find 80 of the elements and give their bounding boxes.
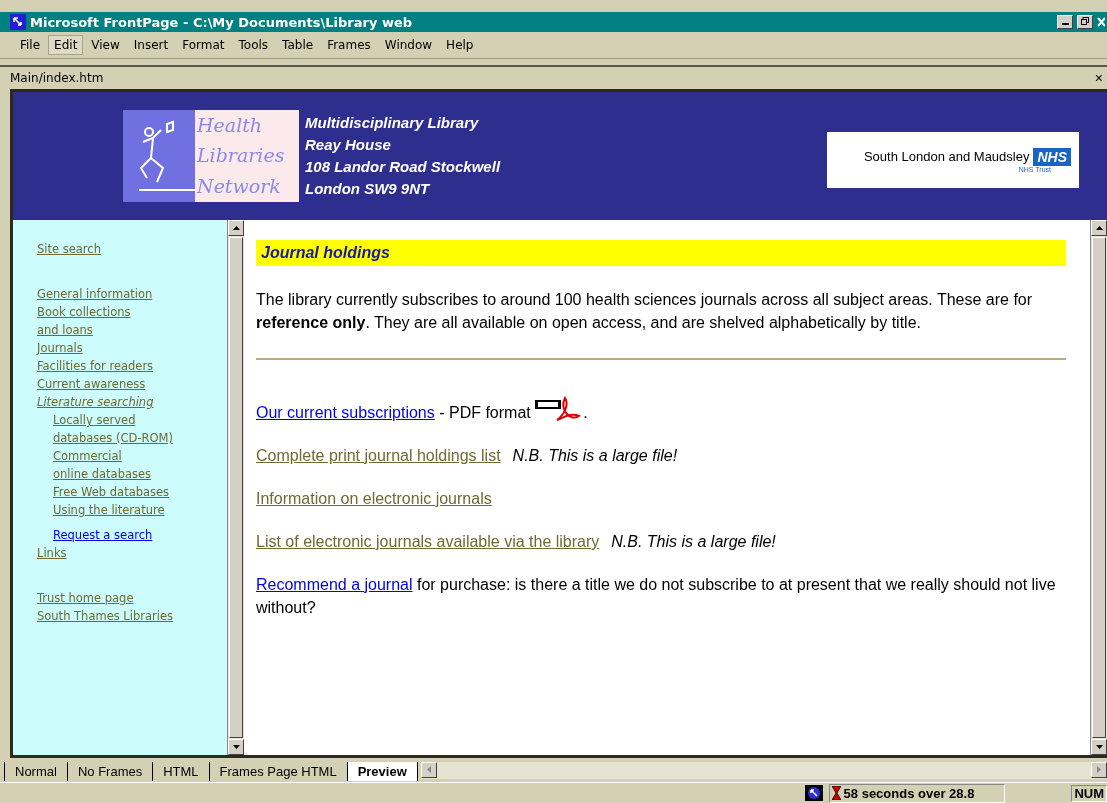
sidebar-link[interactable]: Links [37, 544, 227, 562]
sidebar-link[interactable]: Literature searching [37, 393, 227, 411]
window-title: Microsoft FrontPage - C:\My Documents\Library web [30, 14, 414, 30]
vertical-scrollbar[interactable] [227, 220, 244, 755]
app-icon [10, 14, 26, 30]
restore-icon [1081, 17, 1089, 25]
document-title: Main/index.htm [10, 71, 104, 85]
horizontal-scrollbar[interactable] [420, 761, 1107, 779]
logo-text: Libraries [197, 146, 285, 166]
view-tab[interactable]: Normal [4, 762, 68, 781]
link-sentence: Our current subscriptions - PDF format . [256, 396, 1066, 424]
sidebar-link[interactable]: Current awareness [37, 375, 227, 393]
sidebar-link[interactable]: Facilities for readers [37, 357, 227, 375]
scroll-down-button[interactable] [1091, 739, 1107, 755]
scroll-right-button[interactable] [1091, 761, 1107, 778]
content-link[interactable]: Recommend a journal [256, 576, 413, 593]
scroll-left-icon [426, 766, 431, 773]
trust-name: South London and Maudsley [863, 149, 1030, 164]
scroll-down-icon [1095, 745, 1103, 749]
sidebar-link[interactable]: Trust home page [37, 589, 227, 607]
content-link[interactable]: Complete print journal holdings list [256, 447, 501, 464]
scroll-up-button[interactable] [1091, 220, 1107, 236]
view-tab[interactable]: Preview [346, 762, 418, 781]
num-lock-indicator: NUM [1071, 784, 1107, 802]
download-time: 58 seconds over 28.8 [843, 785, 975, 801]
close-document-button[interactable]: × [1094, 70, 1103, 86]
minimize-button[interactable] [1057, 15, 1073, 29]
intro-paragraph: The library currently subscribes to around 100 health sciences journals across all subject areas. These are for reference only. They are all available on open access, and are shelved alphabetically by title. [256, 290, 1034, 333]
address-line: 108 Landor Road Stockwell [305, 157, 502, 177]
sidebar-link[interactable]: Request a search [53, 526, 227, 544]
sidebar-link[interactable]: Journals [37, 339, 227, 357]
view-tab[interactable]: HTML [152, 762, 210, 781]
sidebar-link[interactable]: and loans [37, 321, 227, 339]
hourglass-icon [831, 786, 841, 800]
vertical-scrollbar[interactable] [1090, 220, 1107, 755]
running-figure-icon [123, 110, 195, 202]
nhs-badge: NHS [1033, 147, 1071, 166]
menu-item[interactable]: Tools [232, 35, 275, 55]
link-sentence: Recommend a journal for purchase: is there a title we do not subscribe to at present that we really should not live without? [256, 575, 1057, 618]
scroll-right-icon [1097, 766, 1101, 773]
menu-item[interactable]: Edit [48, 35, 84, 55]
content-link[interactable]: List of electronic journals available via the library [256, 533, 600, 550]
file-size-note: N.B. This is a large file! [512, 447, 678, 464]
scroll-up-icon [1095, 226, 1103, 230]
sidebar-link[interactable]: Locally served [53, 411, 227, 429]
scroll-up-button[interactable] [228, 220, 244, 236]
restore-button[interactable] [1077, 15, 1093, 29]
sidebar-link[interactable]: South Thames Libraries [37, 607, 227, 625]
scroll-left-button[interactable] [420, 761, 437, 778]
scroll-down-button[interactable] [228, 739, 244, 755]
sidebar-link[interactable]: online databases [53, 465, 227, 483]
file-size-note: N.B. This is a large file! [611, 533, 776, 550]
menu-item[interactable]: Window [378, 35, 439, 55]
sidebar-link[interactable]: Using the literature [53, 501, 227, 519]
app-icon [804, 785, 823, 801]
logo-text: Network [197, 177, 282, 197]
section-heading: Journal holdings [256, 240, 1066, 266]
address-line: Reay House [305, 135, 392, 155]
address-line: Multidisciplinary Library [305, 113, 480, 133]
menu-item[interactable]: Help [440, 35, 480, 55]
menu-item[interactable]: File [14, 35, 47, 55]
content-link[interactable]: Our current subscriptions [256, 404, 435, 421]
content-link[interactable]: Information on electronic journals [256, 490, 492, 507]
sidebar-link[interactable]: General information [37, 285, 227, 303]
sidebar-link[interactable]: Book collections [37, 303, 227, 321]
close-icon[interactable] [1097, 17, 1105, 27]
sidebar-link[interactable]: Site search [37, 240, 227, 258]
sidebar-link[interactable]: Free Web databases [53, 483, 227, 501]
menu-item[interactable]: View [85, 35, 126, 55]
menu-item[interactable]: Insert [127, 35, 175, 55]
scroll-up-icon [232, 226, 240, 230]
logo-text: Health [197, 115, 264, 135]
view-tab[interactable]: No Frames [66, 762, 154, 781]
menu-item[interactable]: Format [176, 35, 231, 55]
sidebar-link[interactable]: Commercial [53, 447, 227, 465]
scroll-down-icon [232, 745, 240, 749]
sidebar-link[interactable]: databases (CD-ROM) [53, 429, 227, 447]
menu-item[interactable]: Table [276, 35, 320, 55]
menu-item[interactable]: Frames [321, 35, 377, 55]
address-line: London SW9 9NT [305, 179, 431, 199]
